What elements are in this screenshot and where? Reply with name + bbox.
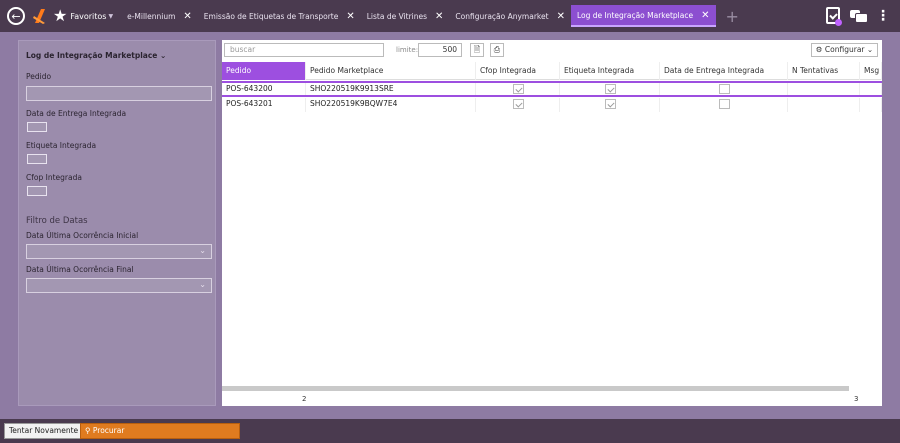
cfop-checkbox[interactable]: [27, 186, 47, 196]
cell-pedido-marketplace: SHO220519K9913SRE: [306, 83, 476, 95]
etiqueta-checkbox[interactable]: [604, 84, 616, 94]
column-header-cfop[interactable]: Cfop Integrada: [476, 62, 560, 80]
footer-count-pedido: 2: [302, 395, 307, 403]
data-entrega-checkbox[interactable]: [27, 122, 47, 132]
cfop-checkbox[interactable]: [512, 84, 524, 94]
back-arrow-icon[interactable]: ←: [7, 7, 25, 25]
notification-dot: [835, 19, 842, 26]
filter-panel: Log de Integração Marketplace ⌄ Pedido D…: [18, 40, 216, 406]
app-logo-icon: [33, 7, 47, 25]
data-final-label: Data Última Ocorrência Final: [26, 265, 134, 274]
cell-pedido: POS-643200: [222, 83, 306, 95]
limite-input[interactable]: 500: [418, 43, 462, 57]
cell-etiqueta: [560, 98, 660, 112]
procurar-button[interactable]: ⚲ Procurar: [80, 423, 240, 439]
tab-emissao-etiquetas[interactable]: Emissão de Etiquetas de Transporte ✕: [198, 5, 361, 27]
column-header-pedido[interactable]: Pedido: [222, 62, 306, 80]
column-header-data-entrega[interactable]: Data de Entrega Integrada: [660, 62, 788, 80]
table-row[interactable]: POS-643200 SHO220519K9913SRE: [222, 81, 882, 97]
data-inicial-label: Data Última Ocorrência Inicial: [26, 231, 139, 240]
cell-etiqueta: [560, 83, 660, 95]
tab-e-millennium[interactable]: e-Millennium ✕: [121, 5, 198, 27]
data-entrega-checkbox[interactable]: [718, 99, 730, 109]
tentar-novamente-button[interactable]: Tentar Novamente: [4, 423, 84, 439]
tab-label: Emissão de Etiquetas de Transporte: [203, 11, 339, 21]
cell-cfop: [476, 83, 560, 95]
clipboard-check-icon[interactable]: [826, 7, 842, 26]
close-icon[interactable]: ✕: [701, 10, 709, 21]
favorites-star-icon[interactable]: ★: [53, 8, 67, 24]
cell-n-tentativas: [788, 83, 860, 95]
chevron-down-icon: ⌄: [199, 246, 206, 255]
tab-label: Log de Integração Marketplace: [576, 10, 694, 20]
export-file-icon[interactable]: 🗎: [470, 43, 484, 57]
bottom-action-bar: Tentar Novamente ⚲ Procurar: [0, 419, 900, 443]
data-entrega-checkbox[interactable]: [718, 84, 730, 94]
top-bar: ← ★ Favoritos ▼ e-Millennium ✕ Emissão d…: [0, 0, 900, 32]
horizontal-scrollbar[interactable]: [222, 386, 849, 391]
close-icon[interactable]: ✕: [346, 11, 354, 22]
column-header-etiqueta[interactable]: Etiqueta Integrada: [560, 62, 660, 80]
kebab-menu-icon[interactable]: ⋮: [876, 9, 890, 23]
cell-data-entrega: [660, 83, 788, 95]
grid-toolbar: buscar limite: 500 🗎 ⎙ ⚙ Configurar ⌄: [222, 40, 882, 60]
tab-configuracao-anymarket[interactable]: Configuração Anymarket ✕: [449, 5, 571, 27]
etiqueta-checkbox[interactable]: [604, 99, 616, 109]
tab-lista-vitrines[interactable]: Lista de Vitrines ✕: [361, 5, 450, 27]
close-icon[interactable]: ✕: [557, 11, 565, 22]
cell-n-tentativas: [788, 98, 860, 112]
cell-data-entrega: [660, 98, 788, 112]
close-icon[interactable]: ✕: [435, 11, 443, 22]
print-icon[interactable]: ⎙: [490, 43, 504, 57]
favorites-menu[interactable]: Favoritos: [70, 12, 106, 21]
chat-icon[interactable]: [850, 9, 868, 23]
column-header-msg[interactable]: Msg: [860, 62, 882, 80]
data-inicial-select[interactable]: ⌄: [26, 244, 212, 259]
cfop-checkbox[interactable]: [512, 99, 524, 109]
configurar-button[interactable]: ⚙ Configurar ⌄: [811, 43, 878, 57]
filtro-datas-heading: Filtro de Datas: [26, 216, 88, 226]
column-header-pedido-marketplace[interactable]: Pedido Marketplace: [306, 62, 476, 80]
cell-msg: [860, 98, 882, 112]
cell-cfop: [476, 98, 560, 112]
tab-label: e-Millennium: [127, 11, 176, 21]
cfop-label: Cfop Integrada: [26, 173, 82, 182]
etiqueta-checkbox[interactable]: [27, 154, 47, 164]
chevron-down-icon[interactable]: ▼: [108, 13, 113, 20]
cell-pedido: POS-643201: [222, 98, 306, 112]
table-footer: 2 3: [222, 392, 882, 406]
chevron-down-icon: ⌄: [160, 51, 167, 60]
results-panel: buscar limite: 500 🗎 ⎙ ⚙ Configurar ⌄ Pe…: [222, 40, 882, 406]
pedido-input[interactable]: [26, 86, 212, 101]
column-header-n-tentativas[interactable]: N Tentativas: [788, 62, 860, 80]
limite-label: limite:: [396, 46, 419, 54]
data-entrega-label: Data de Entrega Integrada: [26, 109, 127, 118]
pedido-label: Pedido: [26, 72, 52, 81]
search-icon: ⚲: [85, 426, 91, 435]
cell-msg: [860, 83, 882, 95]
search-input[interactable]: buscar: [224, 43, 384, 57]
tab-log-integracao[interactable]: Log de Integração Marketplace ✕: [570, 5, 716, 27]
tab-label: Lista de Vitrines: [366, 11, 428, 21]
cell-pedido-marketplace: SHO220519K9BQW7E4: [306, 98, 476, 112]
chevron-down-icon: ⌄: [866, 45, 874, 54]
filter-panel-title[interactable]: Log de Integração Marketplace ⌄: [26, 51, 166, 60]
footer-count-total: 3: [854, 395, 859, 403]
top-right-icons: ⋮: [826, 7, 890, 26]
chevron-down-icon: ⌄: [199, 280, 206, 289]
add-tab-icon[interactable]: +: [726, 7, 739, 26]
gear-icon: ⚙: [815, 45, 823, 54]
data-final-select[interactable]: ⌄: [26, 278, 212, 293]
table-header: Pedido Pedido Marketplace Cfop Integrada…: [222, 62, 882, 80]
close-icon[interactable]: ✕: [183, 11, 191, 22]
table-row[interactable]: POS-643201 SHO220519K9BQW7E4: [222, 98, 882, 112]
etiqueta-label: Etiqueta Integrada: [26, 141, 97, 150]
tab-label: Configuração Anymarket: [455, 11, 549, 21]
